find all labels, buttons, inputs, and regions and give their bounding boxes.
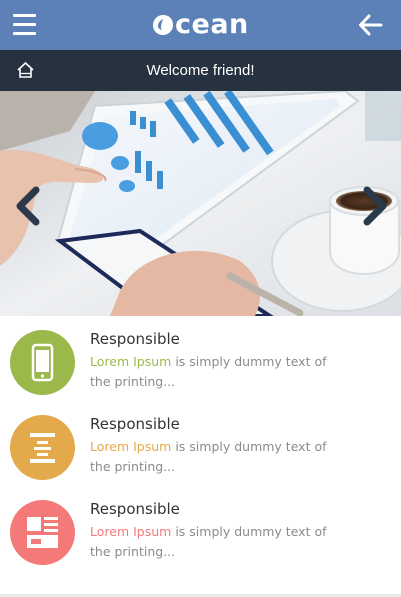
chevron-left-icon (16, 186, 40, 226)
feature-title: Responsible (90, 415, 180, 433)
feature-link[interactable]: Lorem Ipsum (90, 354, 171, 369)
slide-image (0, 91, 401, 316)
brand-name: cean (175, 9, 249, 40)
feature-icon-badge (10, 500, 75, 565)
chevron-right-icon (363, 186, 387, 226)
welcome-message: Welcome friend! (146, 62, 255, 79)
feature-link[interactable]: Lorem Ipsum (90, 524, 171, 539)
feature-text: is simply dummy text of (171, 354, 327, 369)
feature-text-continued: the printing... (90, 459, 176, 474)
arrow-left-icon (359, 14, 383, 36)
slider-prev-button[interactable] (14, 186, 42, 226)
feature-icon-badge (10, 415, 75, 480)
feature-link[interactable]: Lorem Ipsum (90, 439, 171, 454)
feature-icon-badge (10, 330, 75, 395)
feature-title: Responsible (90, 500, 180, 518)
image-slider[interactable] (0, 91, 401, 316)
feature-item: Responsible Lorem Ipsum is simply dummy … (0, 486, 401, 566)
smartphone-icon (31, 343, 54, 382)
layout-icon (27, 517, 58, 548)
feature-item: Responsible Lorem Ipsum is simply dummy … (0, 401, 401, 481)
feature-description: Lorem Ipsum is simply dummy text of the … (90, 352, 340, 392)
feature-text: is simply dummy text of (171, 439, 327, 454)
hamburger-menu-icon (13, 14, 36, 35)
back-button[interactable] (358, 13, 383, 37)
align-center-icon (30, 433, 55, 463)
ocean-drop-icon (153, 15, 173, 35)
menu-button[interactable] (13, 14, 36, 35)
feature-text: is simply dummy text of (171, 524, 327, 539)
feature-text-continued: the printing... (90, 544, 176, 559)
app-header: cean (0, 0, 401, 50)
brand-logo[interactable]: cean (152, 5, 249, 45)
feature-description: Lorem Ipsum is simply dummy text of the … (90, 522, 340, 562)
feature-item: Responsible Lorem Ipsum is simply dummy … (0, 316, 401, 396)
slider-next-button[interactable] (361, 186, 389, 226)
feature-text-continued: the printing... (90, 374, 176, 389)
feature-title: Responsible (90, 330, 180, 348)
feature-description: Lorem Ipsum is simply dummy text of the … (90, 437, 340, 477)
welcome-bar: Welcome friend! (0, 50, 401, 91)
